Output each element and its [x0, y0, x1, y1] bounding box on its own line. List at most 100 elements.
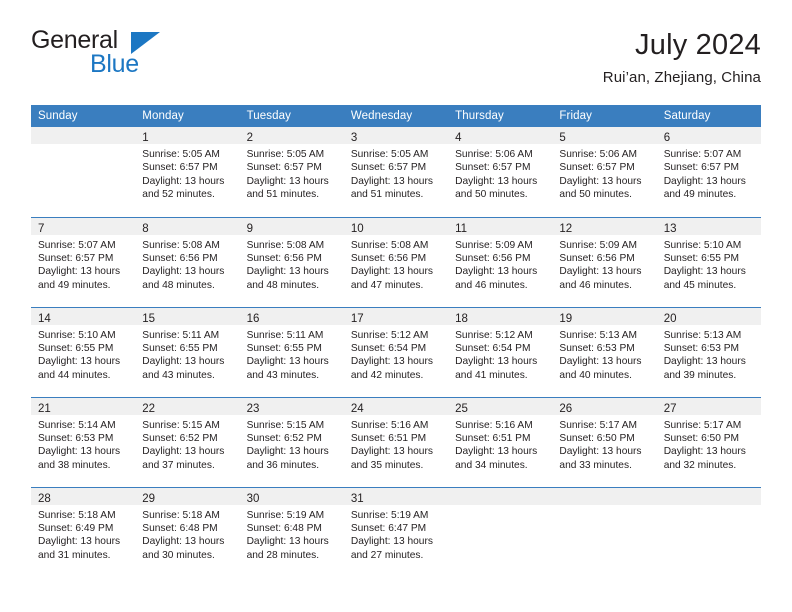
day-detail-line: Sunrise: 5:10 AM	[38, 329, 116, 341]
day-number: 1	[142, 132, 149, 144]
calendar-day-cell[interactable]: 6 Sunrise: 5:07 AM Sunset: 6:57 PM Daylight…	[656, 127, 761, 217]
day-detail-line: Daylight: 13 hours	[663, 175, 746, 187]
day-number-band: 14	[31, 307, 136, 325]
calendar-day-cell[interactable]: 12 Sunrise: 5:09 AM Sunset: 6:56 PM Dayligh…	[552, 216, 657, 307]
day-number-band	[552, 487, 657, 505]
calendar-day-cell[interactable]: 1 Sunrise: 5:05 AM Sunset: 6:57 PM Daylight…	[135, 127, 240, 217]
day-number: 4	[455, 132, 462, 144]
calendar-day-cell[interactable]: 31 Sunrise: 5:19 AM Sunset: 6:47 PM Dayligh…	[343, 486, 449, 578]
day-detail-line: and 52 minutes.	[142, 189, 215, 201]
day-cell-inner: 21 Sunrise: 5:14 AM Sunset: 6:53 PM Dayligh…	[31, 397, 136, 487]
day-cell-details	[31, 144, 135, 148]
general-blue-logo: General Blue	[31, 26, 221, 86]
day-detail-line: Sunrise: 5:16 AM	[350, 419, 429, 431]
day-number: 28	[38, 492, 51, 505]
day-cell-inner	[656, 487, 761, 578]
day-detail-line: Sunset: 6:50 PM	[663, 432, 740, 444]
day-number: 11	[455, 222, 468, 235]
calendar-day-cell[interactable]: 16 Sunrise: 5:11 AM Sunset: 6:55 PM Dayligh…	[239, 306, 344, 397]
calendar-day-cell[interactable]: 30 Sunrise: 5:19 AM Sunset: 6:48 PM Dayligh…	[239, 486, 344, 577]
calendar-day-cell[interactable]: 8 Sunrise: 5:08 AM Sunset: 6:56 PM Daylight…	[135, 216, 240, 307]
day-detail-line: and 30 minutes.	[142, 549, 215, 561]
calendar-day-cell[interactable]: 7 Sunrise: 5:07 AM Sunset: 6:57 PM Daylight…	[31, 216, 136, 307]
day-cell-details: Sunrise: 5:11 AM Sunset: 6:55 PM Daylight:…	[135, 325, 239, 383]
day-detail-line: Sunrise: 5:11 AM	[142, 329, 220, 341]
calendar-grid: Sunday Monday Tuesday Wednesday Thursday…	[31, 105, 761, 577]
day-number-band: 15	[135, 307, 240, 325]
calendar-week-row: 21 Sunrise: 5:14 AM Sunset: 6:53 PM Dayligh…	[31, 396, 761, 487]
day-cell-inner: 19 Sunrise: 5:13 AM Sunset: 6:53 PM Dayligh…	[552, 307, 657, 397]
calendar-day-cell[interactable]: 17 Sunrise: 5:12 AM Sunset: 6:54 PM Dayligh…	[343, 306, 449, 397]
day-cell-inner: 11 Sunrise: 5:09 AM Sunset: 6:56 PM Dayligh…	[448, 217, 553, 307]
day-number-band: 11	[448, 217, 553, 235]
day-detail-line: Sunset: 6:56 PM	[246, 252, 322, 264]
calendar-day-cell[interactable]: 15 Sunrise: 5:11 AM Sunset: 6:55 PM Dayligh…	[135, 306, 240, 397]
day-detail-line: Daylight: 13 hours	[350, 266, 433, 278]
calendar-day-cell[interactable]: 5 Sunrise: 5:06 AM Sunset: 6:57 PM Daylight…	[552, 127, 657, 217]
day-detail-line: and 39 minutes.	[663, 369, 737, 381]
day-detail-line: and 28 minutes.	[246, 549, 320, 561]
calendar-day-cell[interactable]: 29 Sunrise: 5:18 AM Sunset: 6:48 PM Dayligh…	[135, 486, 240, 577]
calendar-day-cell[interactable]: 18 Sunrise: 5:12 AM Sunset: 6:54 PM Dayligh…	[448, 306, 553, 397]
calendar-day-cell[interactable]: 4 Sunrise: 5:06 AM Sunset: 6:57 PM Daylight…	[448, 127, 553, 217]
day-number-band: 2	[239, 127, 344, 144]
day-detail-line: Daylight: 13 hours	[559, 266, 642, 278]
calendar-day-cell[interactable]: 21 Sunrise: 5:14 AM Sunset: 6:53 PM Dayligh…	[31, 396, 136, 487]
day-detail-line: and 41 minutes.	[455, 369, 528, 381]
weekday-header-monday: Monday	[135, 105, 240, 127]
calendar-day-cell[interactable]: 3 Sunrise: 5:05 AM Sunset: 6:57 PM Daylight…	[343, 127, 449, 217]
day-number-band: 24	[343, 397, 449, 415]
day-number: 24	[350, 402, 364, 415]
day-detail-line: Sunset: 6:51 PM	[455, 432, 531, 444]
day-number: 21	[38, 402, 51, 415]
calendar-day-cell[interactable]: 24 Sunrise: 5:16 AM Sunset: 6:51 PM Dayligh…	[343, 396, 449, 487]
day-cell-inner: 31 Sunrise: 5:19 AM Sunset: 6:47 PM Dayligh…	[343, 487, 449, 578]
day-number: 30	[246, 492, 260, 505]
calendar-day-cell[interactable]: 25 Sunrise: 5:16 AM Sunset: 6:51 PM Dayligh…	[448, 396, 553, 487]
calendar-day-cell[interactable]: 2 Sunrise: 5:05 AM Sunset: 6:57 PM Daylight…	[239, 127, 344, 217]
calendar-day-cell[interactable]: 20 Sunrise: 5:13 AM Sunset: 6:53 PM Dayligh…	[656, 306, 761, 397]
calendar-day-cell[interactable]: 23 Sunrise: 5:15 AM Sunset: 6:52 PM Dayligh…	[239, 396, 344, 487]
day-detail-line: and 48 minutes.	[246, 279, 320, 291]
calendar-day-cell[interactable]: 27 Sunrise: 5:17 AM Sunset: 6:50 PM Dayligh…	[656, 396, 761, 487]
day-detail-line: Daylight: 13 hours	[455, 266, 538, 278]
calendar-day-cell[interactable]: 13 Sunrise: 5:10 AM Sunset: 6:55 PM Dayligh…	[656, 216, 761, 307]
day-detail-line: Daylight: 13 hours	[663, 356, 746, 368]
day-number: 27	[663, 402, 677, 415]
calendar-day-cell[interactable]: 10 Sunrise: 5:08 AM Sunset: 6:56 PM Dayligh…	[343, 216, 449, 307]
calendar-day-cell[interactable]: 11 Sunrise: 5:09 AM Sunset: 6:56 PM Dayligh…	[448, 216, 553, 307]
weekday-header-tuesday: Tuesday	[239, 105, 344, 127]
day-detail-line: Sunset: 6:53 PM	[38, 432, 114, 444]
day-detail-line: Sunset: 6:49 PM	[38, 522, 114, 534]
day-number-band: 13	[656, 217, 761, 235]
day-cell-details: Sunrise: 5:07 AM Sunset: 6:57 PM Daylight:…	[31, 235, 135, 293]
day-detail-line: Sunrise: 5:17 AM	[663, 419, 742, 431]
day-cell-details: Sunrise: 5:19 AM Sunset: 6:47 PM Daylight:…	[344, 505, 448, 563]
calendar-day-cell[interactable]: 14 Sunrise: 5:10 AM Sunset: 6:55 PM Dayligh…	[31, 306, 136, 397]
day-detail-line: Sunrise: 5:19 AM	[350, 509, 429, 521]
day-cell-inner: 6 Sunrise: 5:07 AM Sunset: 6:57 PM Daylight…	[656, 127, 761, 217]
day-detail-line: and 49 minutes.	[663, 189, 737, 201]
calendar-day-cell[interactable]: 9 Sunrise: 5:08 AM Sunset: 6:56 PM Daylight…	[239, 216, 344, 307]
day-detail-line: Daylight: 13 hours	[559, 175, 642, 187]
day-detail-line: and 31 minutes.	[38, 549, 111, 561]
day-number-band: 19	[552, 307, 657, 325]
calendar-day-cell[interactable]: 26 Sunrise: 5:17 AM Sunset: 6:50 PM Dayligh…	[552, 396, 657, 487]
day-detail-line: Sunrise: 5:15 AM	[246, 419, 325, 431]
day-cell-details: Sunrise: 5:08 AM Sunset: 6:56 PM Daylight:…	[344, 235, 448, 293]
day-detail-line: Sunset: 6:47 PM	[350, 522, 427, 534]
calendar-day-cell[interactable]: 19 Sunrise: 5:13 AM Sunset: 6:53 PM Dayligh…	[552, 306, 657, 397]
day-detail-line: Daylight: 13 hours	[142, 356, 225, 368]
calendar-day-cell[interactable]: 28 Sunrise: 5:18 AM Sunset: 6:49 PM Dayligh…	[31, 486, 136, 577]
day-detail-line: Sunrise: 5:11 AM	[246, 329, 324, 341]
day-number-band: 4	[448, 127, 553, 144]
day-detail-line: Daylight: 13 hours	[38, 266, 121, 278]
day-detail-line: Sunrise: 5:09 AM	[455, 239, 533, 251]
calendar-day-cell[interactable]: 22 Sunrise: 5:15 AM Sunset: 6:52 PM Dayligh…	[135, 396, 240, 487]
page-title: July 2024	[635, 29, 761, 61]
day-detail-line: Sunset: 6:55 PM	[38, 342, 114, 354]
day-cell-inner: 14 Sunrise: 5:10 AM Sunset: 6:55 PM Dayligh…	[31, 307, 136, 397]
day-detail-line: Sunset: 6:56 PM	[142, 252, 218, 264]
day-number: 26	[559, 402, 573, 415]
calendar-page: General Blue July 2024 Rui’an, Zhejiang,…	[0, 0, 792, 612]
